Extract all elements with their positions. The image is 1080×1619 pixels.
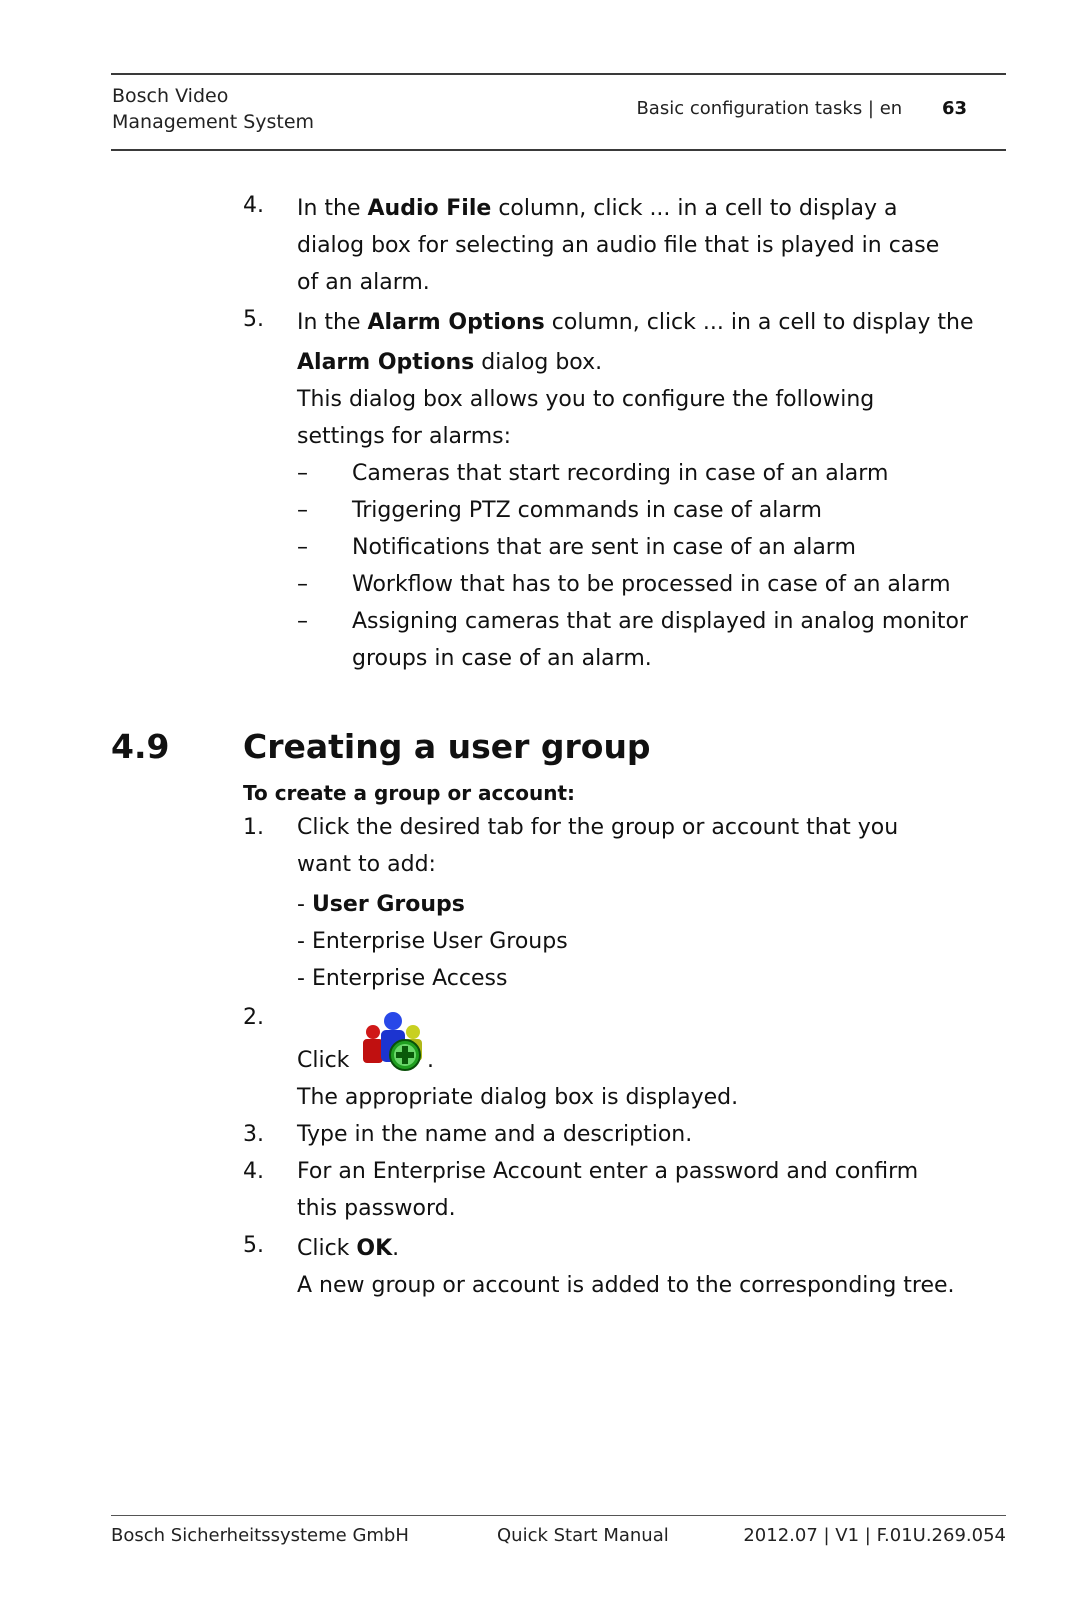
- bullet-dash: –: [297, 609, 308, 634]
- text: -: [297, 929, 312, 954]
- list-number: 5.: [243, 307, 264, 332]
- step-text: Click OK.: [297, 1234, 399, 1264]
- step-number: 2.: [243, 1005, 264, 1030]
- text: .: [392, 1236, 400, 1261]
- footer-doc-id: 2012.07 | V1 | F.01U.269.054: [743, 1525, 1006, 1546]
- header-product: Bosch Video Management System: [112, 83, 314, 135]
- header-section: Basic configuration tasks | en: [636, 98, 903, 119]
- text: Click: [297, 1236, 357, 1261]
- bullet-item: Notifications that are sent in case of a…: [352, 535, 856, 560]
- procedure-title: To create a group or account:: [243, 781, 576, 805]
- bullet-dash: –: [297, 498, 308, 523]
- text: dialog box.: [474, 350, 603, 375]
- text: -: [297, 966, 312, 991]
- step-result: The appropriate dialog box is displayed.: [297, 1085, 739, 1110]
- bullet-dash: –: [297, 461, 308, 486]
- bullet-item: Triggering PTZ commands in case of alarm: [352, 498, 822, 523]
- header-top-rule: [111, 73, 1006, 75]
- text: column, click ... in a cell to display t…: [544, 310, 974, 335]
- step-text: Type in the name and a description.: [297, 1122, 693, 1147]
- text: -: [297, 892, 312, 917]
- text: column, click ... in a cell to display a: [491, 196, 898, 221]
- option-label: User Groups: [311, 892, 465, 917]
- step-text: Click the desired tab for the group or a…: [297, 815, 899, 840]
- text-line: of an alarm.: [297, 270, 430, 295]
- tab-option-enterprise-user-groups: - Enterprise User Groups: [297, 927, 568, 957]
- list-number: 4.: [243, 193, 264, 218]
- text: .: [427, 1048, 434, 1073]
- ui-term-audio-file: Audio File: [367, 196, 492, 221]
- header-bottom-rule: [111, 149, 1006, 151]
- bullet-item: Cameras that start recording in case of …: [352, 461, 889, 486]
- text-line: This dialog box allows you to configure …: [297, 387, 875, 412]
- ui-term-ok: OK: [356, 1236, 393, 1261]
- footer-rule: [111, 1515, 1006, 1516]
- bullet-item: Assigning cameras that are displayed in …: [352, 609, 968, 634]
- step-number: 4.: [243, 1159, 264, 1184]
- bullet-item-continuation: groups in case of an alarm.: [352, 646, 652, 671]
- tab-option-user-groups: - User Groups: [297, 890, 465, 920]
- bullet-item: Workflow that has to be processed in cas…: [352, 572, 951, 597]
- text-line: settings for alarms:: [297, 424, 512, 449]
- list-item-alarm-options: In the Alarm Options column, click ... i…: [297, 308, 974, 338]
- header-right: Basic configuration tasks | en 63: [636, 98, 967, 119]
- ui-term-alarm-options: Alarm Options: [367, 310, 545, 335]
- step-text: this password.: [297, 1196, 456, 1221]
- text-line: Alarm Options dialog box.: [297, 348, 602, 378]
- text: In the: [297, 310, 368, 335]
- page-number: 63: [941, 98, 967, 119]
- header-product-line2: Management System: [112, 111, 315, 133]
- add-user-group-icon: [360, 1010, 426, 1072]
- text-line: dialog box for selecting an audio file t…: [297, 233, 940, 258]
- bullet-dash: –: [297, 572, 308, 597]
- option-label: Enterprise Access: [311, 966, 508, 991]
- step-result: A new group or account is added to the c…: [297, 1273, 955, 1298]
- text: In the: [297, 196, 368, 221]
- step-text: want to add:: [297, 852, 436, 877]
- step-number: 1.: [243, 815, 264, 840]
- ui-term-alarm-options: Alarm Options: [297, 350, 475, 375]
- step-text: Click: [297, 1048, 350, 1073]
- step-number: 5.: [243, 1233, 264, 1258]
- step-number: 3.: [243, 1122, 264, 1147]
- tab-option-enterprise-access: - Enterprise Access: [297, 964, 507, 994]
- section-number: 4.9: [111, 727, 170, 766]
- footer-company: Bosch Sicherheitssysteme GmbH: [111, 1525, 409, 1546]
- step-text: For an Enterprise Account enter a passwo…: [297, 1159, 919, 1184]
- section-title: Creating a user group: [243, 727, 651, 766]
- footer-doc-type: Quick Start Manual: [497, 1525, 669, 1546]
- bullet-dash: –: [297, 535, 308, 560]
- header-product-line1: Bosch Video: [112, 85, 229, 107]
- option-label: Enterprise User Groups: [311, 929, 568, 954]
- list-item-audio-file: In the Audio File column, click ... in a…: [297, 194, 897, 224]
